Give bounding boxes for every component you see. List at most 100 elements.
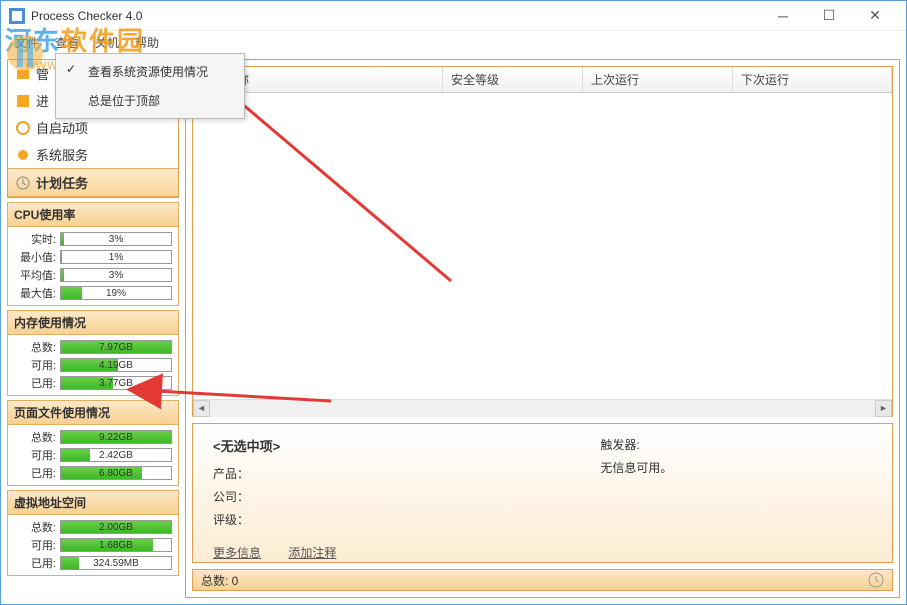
vmem-header: 虚拟地址空间 xyxy=(8,491,178,515)
detail-panel: <无选中项> 产品： 公司： 评级： 更多信息 添加注释 触发器: 无信息可用。 xyxy=(192,423,893,563)
nav-item-services[interactable]: 系统服务 xyxy=(8,141,178,168)
menu-help[interactable]: 帮助 xyxy=(127,32,167,53)
progress-text: 3% xyxy=(61,269,171,282)
cpu-panel: CPU使用率 实时: 3% 最小值: 1% 平均值: 3% 最大值: 19% xyxy=(7,202,179,306)
statusbar: 总数: 0 xyxy=(192,569,893,591)
detail-trigger-label: 触发器: xyxy=(600,436,672,453)
process-icon xyxy=(16,94,30,108)
progress-bar: 19% xyxy=(60,286,172,300)
progress-bar: 9.22GB xyxy=(60,430,172,444)
progress-text: 7.97GB xyxy=(61,341,171,354)
detail-trigger-value: 无信息可用。 xyxy=(600,459,672,476)
stat-row: 已用: 324.59MB xyxy=(10,554,176,572)
progress-text: 4.19GB xyxy=(61,359,171,372)
progress-text: 1% xyxy=(61,251,171,264)
clock-icon xyxy=(16,176,30,190)
view-dropdown: ✓ 查看系统资源使用情况 总是位于顶部 xyxy=(55,53,245,119)
stat-row: 可用: 1.68GB xyxy=(10,536,176,554)
progress-bar: 6.80GB xyxy=(60,466,172,480)
progress-text: 3% xyxy=(61,233,171,246)
stat-label: 已用: xyxy=(14,555,56,571)
progress-bar: 1% xyxy=(60,250,172,264)
progress-text: 2.42GB xyxy=(61,449,171,462)
col-next-run[interactable]: 下次运行 xyxy=(733,67,892,92)
menu-shutdown[interactable]: 关机 xyxy=(87,32,127,53)
stat-row: 可用: 4.19GB xyxy=(10,356,176,374)
stat-label: 最小值: xyxy=(14,249,56,265)
memory-header: 内存使用情况 xyxy=(8,311,178,335)
stat-label: 可用: xyxy=(14,357,56,373)
progress-text: 2.00GB xyxy=(61,521,171,534)
cpu-header: CPU使用率 xyxy=(8,203,178,227)
titlebar: Process Checker 4.0 ─ ☐ ✕ xyxy=(1,1,906,31)
progress-bar: 7.97GB xyxy=(60,340,172,354)
stat-row: 总数: 2.00GB xyxy=(10,518,176,536)
progress-bar: 324.59MB xyxy=(60,556,172,570)
sidebar: 管 进 自启动项 系统服务 计划任务 CPU使用率 实时: xyxy=(7,59,179,598)
minimize-button[interactable]: ─ xyxy=(760,1,806,31)
main-area: 任务名称 安全等级 上次运行 下次运行 ◄ ► <无选中项> 产品： 公司： 评… xyxy=(185,59,900,598)
stat-label: 总数: xyxy=(14,429,56,445)
stat-row: 总数: 7.97GB xyxy=(10,338,176,356)
pagefile-panel: 页面文件使用情况 总数: 9.22GB 可用: 2.42GB 已用: 6.80G… xyxy=(7,400,179,486)
scroll-right-icon[interactable]: ► xyxy=(875,400,892,417)
virtual-memory-panel: 虚拟地址空间 总数: 2.00GB 可用: 1.68GB 已用: 324.59M… xyxy=(7,490,179,576)
stat-row: 平均值: 3% xyxy=(10,266,176,284)
stat-row: 最大值: 19% xyxy=(10,284,176,302)
window-title: Process Checker 4.0 xyxy=(31,9,760,23)
progress-bar: 1.68GB xyxy=(60,538,172,552)
progress-bar: 3% xyxy=(60,268,172,282)
progress-text: 6.80GB xyxy=(61,467,171,480)
stat-label: 可用: xyxy=(14,537,56,553)
stat-label: 最大值: xyxy=(14,285,56,301)
col-last-run[interactable]: 上次运行 xyxy=(583,67,733,92)
menu-file[interactable]: 文件 xyxy=(7,32,47,53)
progress-bar: 3.77GB xyxy=(60,376,172,390)
autostart-icon xyxy=(16,121,30,135)
dropdown-label: 总是位于顶部 xyxy=(88,94,160,108)
progress-text: 1.68GB xyxy=(61,539,171,552)
dropdown-item-always-on-top[interactable]: 总是位于顶部 xyxy=(56,86,244,115)
stat-row: 实时: 3% xyxy=(10,230,176,248)
stat-label: 可用: xyxy=(14,447,56,463)
progress-text: 3.77GB xyxy=(61,377,171,390)
close-button[interactable]: ✕ xyxy=(852,1,898,31)
menu-view[interactable]: 查看 xyxy=(47,32,87,53)
col-security-level[interactable]: 安全等级 xyxy=(443,67,583,92)
stat-label: 总数: xyxy=(14,519,56,535)
stat-row: 最小值: 1% xyxy=(10,248,176,266)
stat-label: 实时: xyxy=(14,231,56,247)
folder-icon xyxy=(16,67,30,81)
stat-row: 总数: 9.22GB xyxy=(10,428,176,446)
dropdown-item-resource-usage[interactable]: ✓ 查看系统资源使用情况 xyxy=(56,57,244,86)
nav-item-scheduled-tasks[interactable]: 计划任务 xyxy=(8,168,178,197)
more-info-link[interactable]: 更多信息 xyxy=(213,546,261,560)
table-header: 任务名称 安全等级 上次运行 下次运行 xyxy=(193,67,892,93)
progress-bar: 2.42GB xyxy=(60,448,172,462)
detail-product: 产品： xyxy=(213,465,360,482)
maximize-button[interactable]: ☐ xyxy=(806,1,852,31)
table-body xyxy=(193,93,892,399)
progress-text: 324.59MB xyxy=(61,557,171,570)
stat-row: 已用: 3.77GB xyxy=(10,374,176,392)
menubar: 文件 查看 关机 帮助 ✓ 查看系统资源使用情况 总是位于顶部 xyxy=(1,31,906,53)
memory-panel: 内存使用情况 总数: 7.97GB 可用: 4.19GB 已用: 3.77GB xyxy=(7,310,179,396)
horizontal-scrollbar[interactable]: ◄ ► xyxy=(193,399,892,416)
check-icon: ✓ xyxy=(66,62,76,76)
app-icon xyxy=(9,8,25,24)
services-icon xyxy=(16,148,30,162)
progress-bar: 4.19GB xyxy=(60,358,172,372)
progress-text: 19% xyxy=(61,287,171,300)
stat-row: 可用: 2.42GB xyxy=(10,446,176,464)
scroll-left-icon[interactable]: ◄ xyxy=(193,400,210,417)
add-note-link[interactable]: 添加注释 xyxy=(288,546,336,560)
detail-rating: 评级： xyxy=(213,511,360,528)
stat-label: 平均值: xyxy=(14,267,56,283)
stat-row: 已用: 6.80GB xyxy=(10,464,176,482)
detail-company: 公司： xyxy=(213,488,360,505)
stat-label: 总数: xyxy=(14,339,56,355)
status-text: 总数: 0 xyxy=(201,572,868,589)
progress-bar: 2.00GB xyxy=(60,520,172,534)
dropdown-label: 查看系统资源使用情况 xyxy=(88,65,208,79)
pagefile-header: 页面文件使用情况 xyxy=(8,401,178,425)
